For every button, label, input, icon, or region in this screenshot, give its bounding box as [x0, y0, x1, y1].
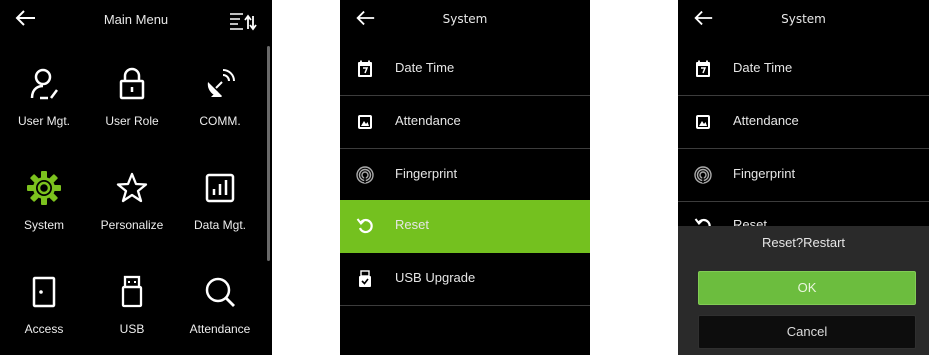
calendar-icon — [358, 60, 372, 77]
list-item-label: Date Time — [733, 60, 793, 75]
list-item-label: Date Time — [395, 60, 455, 75]
menu-item-data-mgt[interactable]: Data Mgt. — [176, 158, 264, 262]
main-menu-screen: Main Menu User Mgt. User Role COMM. Syst… — [0, 0, 272, 355]
system-header: System — [340, 0, 590, 40]
menu-item-label: Personalize — [100, 218, 164, 232]
fingerprint-icon — [694, 166, 712, 184]
page-title: System — [781, 12, 826, 26]
menu-item-comm[interactable]: COMM. — [176, 54, 264, 158]
usb-upgrade-icon — [359, 270, 371, 287]
search-icon — [205, 277, 235, 307]
sort-menu-icon[interactable] — [228, 10, 258, 32]
menu-item-personalize[interactable]: Personalize — [88, 158, 176, 262]
menu-item-user-mgt[interactable]: User Mgt. — [0, 54, 88, 158]
star-icon — [116, 172, 148, 203]
list-item-usb-upgrade[interactable]: USB Upgrade — [340, 253, 590, 306]
dialog-message: Reset?Restart — [761, 235, 846, 250]
fingerprint-icon — [356, 166, 374, 184]
page-title: System — [442, 12, 488, 26]
system-screen: System Date Time Attendance Fingerprint — [340, 0, 590, 355]
menu-item-label: User Role — [105, 114, 159, 128]
list-item-label: Fingerprint — [395, 166, 458, 181]
list-item-label: Attendance — [395, 113, 461, 128]
user-icon — [30, 68, 58, 100]
bar-chart-icon — [205, 173, 235, 203]
list-item-fingerprint[interactable]: Fingerprint — [340, 149, 590, 202]
lock-icon — [119, 67, 145, 100]
menu-item-attendance[interactable]: Attendance — [176, 262, 264, 355]
reset-icon — [356, 218, 373, 234]
attendance-icon — [358, 115, 372, 129]
gear-icon — [27, 171, 61, 205]
list-item-attendance[interactable]: Attendance — [340, 96, 590, 149]
attendance-icon — [696, 115, 710, 129]
menu-item-label: User Mgt. — [17, 114, 70, 128]
menu-item-label: System — [23, 218, 64, 232]
list-item-fingerprint[interactable]: Fingerprint — [678, 149, 929, 202]
cancel-button[interactable]: Cancel — [698, 315, 916, 349]
list-item-label: Reset — [395, 217, 429, 232]
main-menu-header: Main Menu — [0, 0, 272, 40]
menu-item-label: Attendance — [189, 322, 251, 336]
menu-item-usb[interactable]: USB — [88, 262, 176, 355]
system-reset-dialog-screen: System Date Time Attendance Fingerprint — [678, 0, 929, 355]
list-item-reset[interactable]: Reset — [340, 200, 590, 253]
scrollbar[interactable] — [267, 46, 270, 261]
menu-item-access[interactable]: Access — [0, 262, 88, 355]
ok-button[interactable]: OK — [698, 271, 916, 305]
calendar-icon — [696, 60, 710, 77]
menu-item-label: USB — [119, 322, 145, 336]
menu-item-system[interactable]: System — [0, 158, 88, 262]
usb-icon — [121, 275, 143, 308]
list-item-date-time[interactable]: Date Time — [340, 43, 590, 96]
list-item-label: Fingerprint — [733, 166, 796, 181]
menu-item-label: Access — [24, 322, 64, 336]
list-item-date-time[interactable]: Date Time — [678, 43, 929, 96]
system-header: System — [678, 0, 929, 40]
list-item-label: USB Upgrade — [395, 270, 476, 285]
menu-item-label: COMM. — [199, 114, 241, 128]
list-item-attendance[interactable]: Attendance — [678, 96, 929, 149]
menu-item-user-role[interactable]: User Role — [88, 54, 176, 158]
satellite-dish-icon — [207, 69, 235, 97]
list-item-label: Attendance — [733, 113, 799, 128]
door-icon — [32, 276, 56, 308]
menu-item-label: Data Mgt. — [193, 218, 247, 232]
